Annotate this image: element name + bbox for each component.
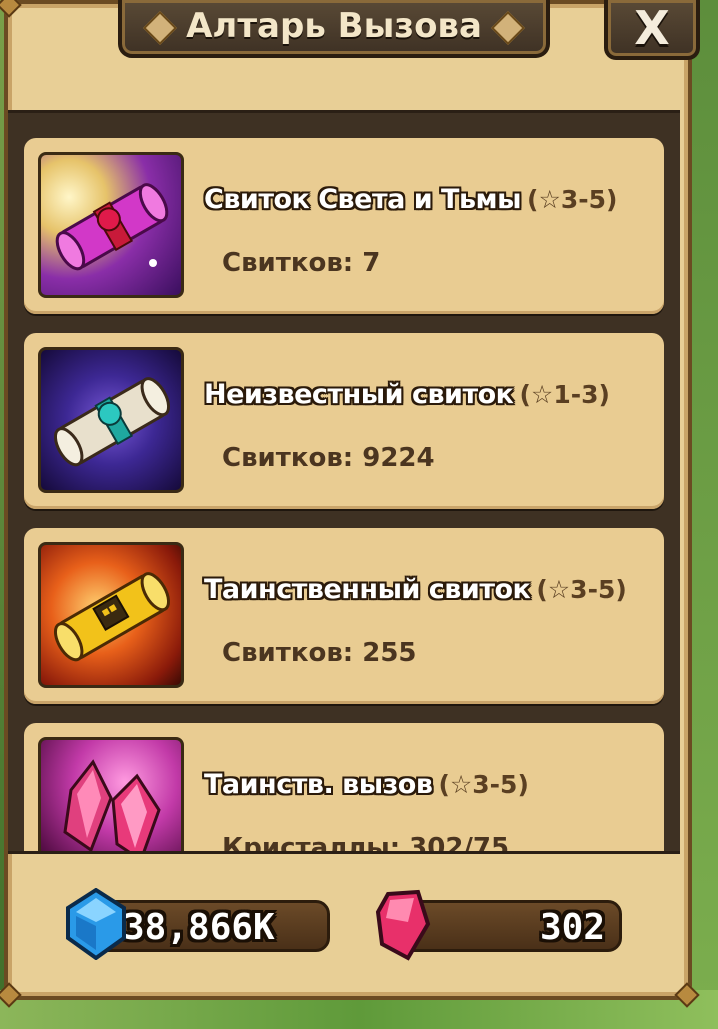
scroll-name: Таинственный свиток (☆3-5)	[204, 574, 627, 605]
list-item[interactable]: Свиток Света и Тьмы (☆3-5) Свитков: 7	[24, 138, 664, 314]
window-title-plate: Алтарь Вызова	[118, 0, 550, 58]
scroll-name: Неизвестный свиток (☆1-3)	[204, 379, 610, 410]
scroll-count: Свитков: 255	[222, 638, 417, 668]
light-dark-scroll-icon	[38, 152, 184, 298]
scroll-count: Свитков: 7	[222, 248, 381, 278]
mana-counter: 38,866K	[94, 900, 330, 952]
scroll-name-text: Таинств. вызов	[204, 769, 433, 800]
scroll-name: Таинств. вызов (☆3-5)	[204, 769, 529, 800]
list-item[interactable]: Таинств. вызов (☆3-5) Кристаллы: 302/75	[24, 723, 664, 854]
unknown-scroll-icon	[38, 347, 184, 493]
crystal-amount: 302	[539, 907, 605, 948]
scroll-grade: (☆3-5)	[438, 770, 529, 799]
scroll-name-text: Неизвестный свиток	[204, 379, 514, 410]
scroll-name-text: Свиток Света и Тьмы	[204, 184, 522, 215]
scroll-grade: (☆1-3)	[519, 380, 610, 409]
crystal-summon-icon	[38, 737, 184, 851]
scroll-name: Свиток Света и Тьмы (☆3-5)	[204, 184, 617, 215]
mana-crystal-icon	[64, 887, 128, 961]
scroll-name-text: Таинственный свиток	[204, 574, 531, 605]
list-item[interactable]: Таинственный свиток (☆3-5) Свитков: 255	[24, 528, 664, 704]
page-title: Алтарь Вызова	[186, 6, 482, 46]
list-item[interactable]: Неизвестный свиток (☆1-3) Свитков: 9224	[24, 333, 664, 509]
mystical-scroll-icon	[38, 542, 184, 688]
red-crystal-icon	[374, 888, 432, 962]
scroll-list[interactable]: Свиток Света и Тьмы (☆3-5) Свитков: 7 Неи…	[8, 110, 680, 854]
background-right	[688, 0, 718, 1029]
scroll-count: Свитков: 9224	[222, 443, 435, 473]
currency-bar: 38,866K 302	[8, 852, 680, 992]
close-button[interactable]: X	[604, 0, 700, 60]
mana-amount: 38,866K	[123, 907, 275, 948]
frame-corner-ornament	[0, 0, 22, 18]
scroll-grade: (☆3-5)	[527, 185, 618, 214]
close-icon: X	[634, 1, 670, 55]
scroll-count: Кристаллы: 302/75	[222, 833, 510, 854]
scroll-grade: (☆3-5)	[536, 575, 627, 604]
